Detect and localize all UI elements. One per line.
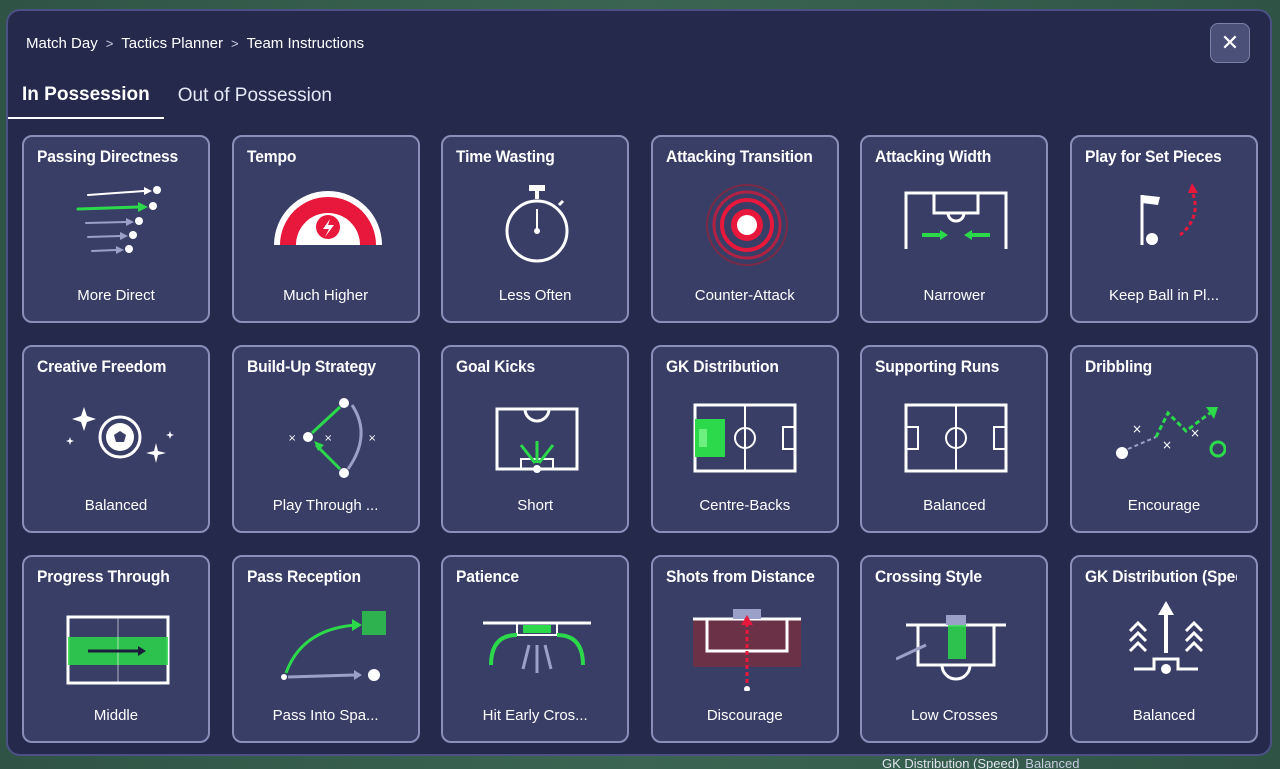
close-button[interactable]: ✕ [1210,23,1250,63]
instruction-title: Play for Set Pieces [1084,147,1222,166]
instruction-card-pass-reception[interactable]: Pass Reception Pass Into Spa... [231,555,420,743]
instruction-card-goal-kicks[interactable]: Goal Kicks Short [441,345,630,533]
instruction-card-tempo[interactable]: Tempo Much Higher [231,135,420,323]
instruction-value: Balanced [84,497,148,514]
instruction-title: Dribbling [1084,357,1152,376]
chevron-right-icon: > [231,36,239,51]
instruction-value: Keep Ball in Pl... [1108,287,1219,304]
instruction-value: Discourage [706,707,783,724]
breadcrumb-team-instructions: Team Instructions [246,35,365,52]
instruction-value: More Direct [77,287,155,304]
breadcrumb: Match Day > Tactics Planner > Team Instr… [26,35,364,52]
instruction-value: Centre-Backs [699,497,791,514]
goal-kicks-icon [495,407,579,473]
instruction-title: Progress Through [37,567,170,586]
tab-out-of-possession[interactable]: Out of Possession [164,73,346,119]
instructions-grid: Passing Directness More Direct Tempo Muc… [22,135,1258,743]
instruction-card-progress-through[interactable]: Progress Through Middle [22,555,210,743]
instruction-title: Tempo [246,147,296,166]
gk-speed-icon [1128,601,1204,674]
patience-icon [483,621,592,673]
close-icon: ✕ [1220,30,1240,56]
instruction-value: Encourage [1127,497,1201,514]
background-instruction-row: GK Distribution (Speed) Balanced [882,756,1080,769]
svg-text:×: × [1132,422,1142,436]
instruction-card-crossing-style[interactable]: Crossing Style Low Crosses [860,555,1049,743]
instruction-title: Crossing Style [875,567,983,586]
instruction-card-patience[interactable]: Patience Hit Early Cros... [441,555,630,743]
instruction-value: Balanced [923,497,986,514]
instruction-title: Attacking Transition [665,147,813,166]
instruction-value: Short [517,497,554,514]
instruction-card-supporting-runs[interactable]: Supporting Runs Balanced [860,345,1049,533]
instruction-value: Play Through ... [272,497,379,514]
breadcrumb-match-day[interactable]: Match Day [26,35,98,52]
instruction-value: Hit Early Cros... [482,707,588,724]
instruction-title: Patience [456,567,520,586]
instruction-card-passing-directness[interactable]: Passing Directness More Direct [22,135,210,323]
instruction-title: Build-Up Strategy [246,357,376,376]
pass-reception-icon [280,611,386,681]
tempo-icon [273,191,382,245]
svg-text:×: × [288,433,296,444]
stopwatch-icon [505,185,569,263]
instruction-title: GK Distribution (Speed) [1084,567,1237,586]
instruction-card-play-for-set-pieces[interactable]: Play for Set Pieces Keep Ball in Pl... [1069,135,1258,323]
instruction-title: Creative Freedom [37,357,167,376]
instruction-title: Time Wasting [456,147,555,166]
instruction-title: GK Distribution [665,357,779,376]
instruction-title: Passing Directness [37,147,179,166]
tab-bar: In Possession Out of Possession [8,73,346,119]
attacking-width-icon [904,191,1008,249]
passing-directness-icon [76,186,161,254]
dribbling-icon: × × × [1115,407,1226,459]
target-icon [705,184,788,266]
build-up-icon: × × × [288,398,376,478]
chevron-right-icon: > [105,36,114,51]
shots-distance-icon [692,609,801,691]
instruction-card-shots-from-distance[interactable]: Shots from Distance Discourage [650,555,839,743]
team-instructions-modal: Match Day > Tactics Planner > Team Instr… [6,9,1272,756]
breadcrumb-tactics-planner[interactable]: Tactics Planner [121,35,223,52]
crossing-style-icon [896,615,1007,681]
instruction-card-time-wasting[interactable]: Time Wasting Less Often [441,135,630,323]
instruction-title: Attacking Width [875,147,992,166]
pitch-icon [904,403,1008,473]
instruction-value: Counter-Attack [694,287,795,304]
instruction-value: Pass Into Spa... [272,707,379,724]
svg-text:×: × [368,433,376,444]
svg-text:×: × [1162,438,1172,452]
instruction-title: Shots from Distance [665,567,815,586]
gk-distribution-icon [693,403,797,473]
instruction-card-build-up-strategy[interactable]: Build-Up Strategy × × × Play Through ... [231,345,420,533]
corner-flag-icon [1140,183,1198,245]
instruction-card-dribbling[interactable]: Dribbling × × × Encourage [1069,345,1258,533]
sparkle-ball-icon [66,407,174,463]
instruction-value: Balanced [1132,707,1196,724]
instruction-title: Pass Reception [246,567,361,586]
instruction-title: Supporting Runs [875,357,1000,376]
instruction-title: Goal Kicks [456,357,536,376]
instruction-card-gk-distribution-speed[interactable]: GK Distribution (Speed) Balanced [1069,555,1258,743]
instruction-card-attacking-width[interactable]: Attacking Width Narrower [860,135,1049,323]
svg-text:×: × [1190,426,1200,440]
progress-through-icon [66,615,170,685]
instruction-value: Narrower [923,287,986,304]
tab-in-possession[interactable]: In Possession [8,73,164,119]
instruction-value: Much Higher [283,287,369,304]
svg-text:×: × [324,433,332,444]
instruction-card-attacking-transition[interactable]: Attacking Transition Counter-Attack [650,135,839,323]
instruction-card-gk-distribution[interactable]: GK Distribution Centre-Backs [650,345,839,533]
instruction-value: Less Often [498,287,572,304]
instruction-value: Middle [93,707,139,724]
instruction-card-creative-freedom[interactable]: Creative Freedom Balanced [22,345,210,533]
instruction-value: Low Crosses [911,707,998,724]
